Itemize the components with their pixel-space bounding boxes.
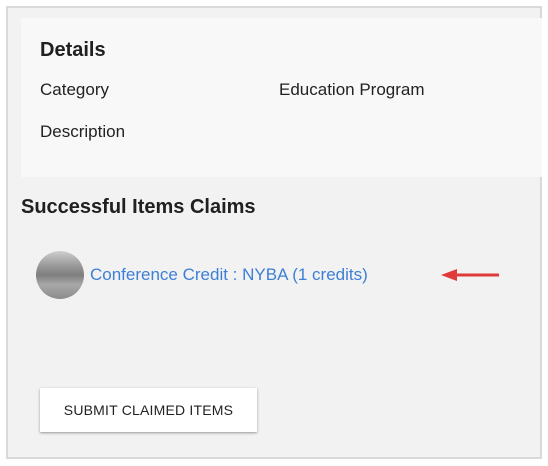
category-label: Category (40, 80, 109, 99)
submit-claimed-items-button[interactable]: SUBMIT CLAIMED ITEMS (40, 388, 257, 432)
claim-list-item: Conference Credit : NYBA (1 credits) (36, 251, 416, 299)
claims-panel: Details Category Education Program Descr… (6, 6, 542, 459)
details-title: Details (40, 39, 106, 61)
claim-item-link[interactable]: Conference Credit : NYBA (1 credits) (90, 265, 368, 285)
description-label: Description (40, 122, 126, 141)
details-card: Details Category Education Program Descr… (21, 18, 542, 177)
left-arrow-icon (441, 269, 499, 281)
category-value: Education Program (279, 80, 425, 99)
item-avatar (36, 251, 84, 299)
successful-claims-title: Successful Items Claims (21, 196, 256, 218)
